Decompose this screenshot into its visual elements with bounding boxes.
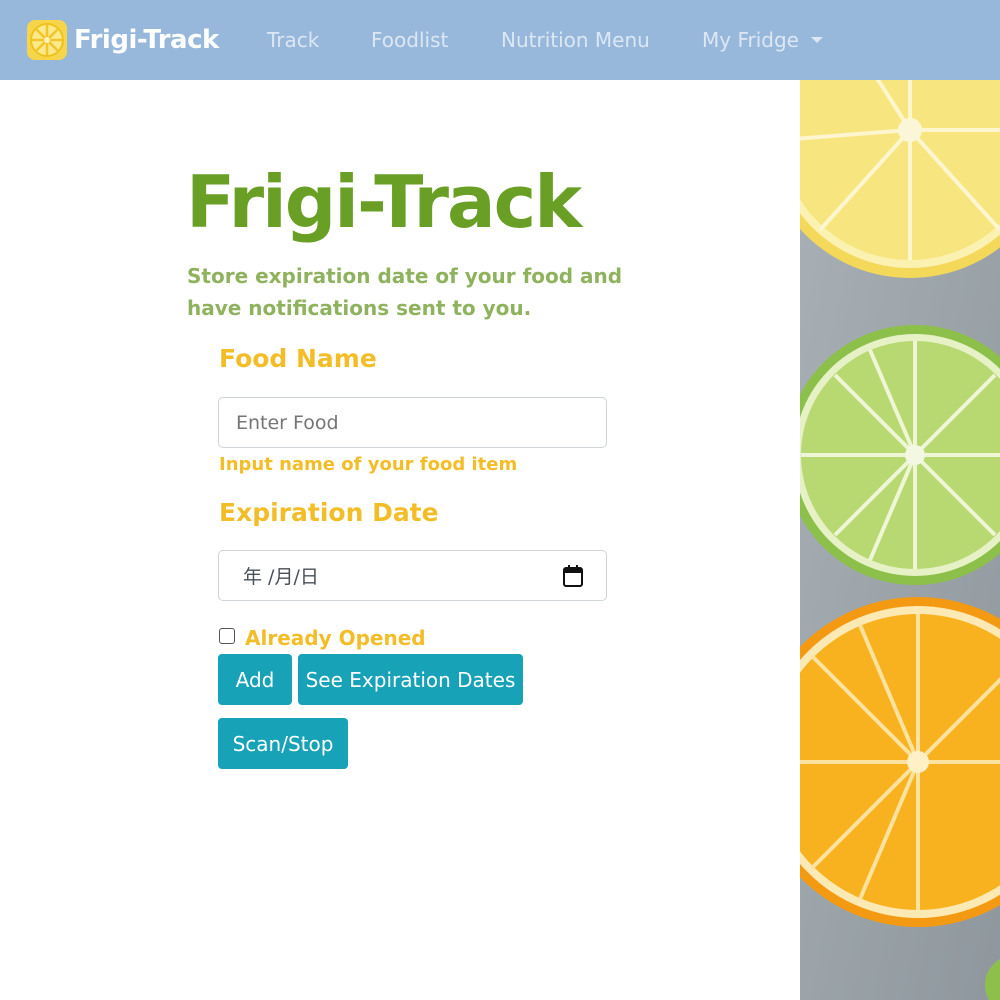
page-title: Frigi-Track — [186, 160, 582, 244]
lime-slice — [800, 325, 1000, 585]
already-opened-label[interactable]: Already Opened — [245, 626, 426, 650]
expiration-date-label: Expiration Date — [219, 498, 439, 527]
food-name-input[interactable] — [218, 397, 607, 448]
caret-down-icon — [810, 37, 823, 43]
nav-my-fridge-label: My Fridge — [702, 28, 799, 52]
nav-foodlist[interactable]: Foodlist — [371, 28, 448, 52]
nav-my-fridge-dropdown[interactable]: My Fridge — [702, 28, 823, 52]
brand-name: Frigi-Track — [74, 25, 219, 55]
citrus-slices-illustration — [800, 80, 1000, 1000]
orange-slice — [800, 597, 1000, 927]
lemon-slice — [800, 80, 1000, 278]
food-name-label: Food Name — [219, 344, 377, 373]
add-button[interactable]: Add — [218, 654, 292, 705]
nav-track[interactable]: Track — [267, 28, 319, 52]
date-input-value: 年 /月/日 — [243, 566, 319, 588]
navbar: Frigi-Track Track Foodlist Nutrition Men… — [0, 0, 1000, 80]
citrus-background-image — [800, 80, 1000, 1000]
see-expiration-dates-button[interactable]: See Expiration Dates — [298, 654, 523, 705]
food-name-help: Input name of your food item — [219, 454, 518, 475]
calendar-icon[interactable] — [562, 564, 584, 588]
lemon-logo-icon — [27, 20, 67, 60]
page-subtitle: Store expiration date of your food and h… — [187, 264, 623, 320]
already-opened-checkbox[interactable] — [219, 628, 235, 644]
brand[interactable]: Frigi-Track — [26, 18, 219, 62]
scan-stop-button[interactable]: Scan/Stop — [218, 718, 348, 769]
nav-nutrition-menu[interactable]: Nutrition Menu — [501, 28, 650, 52]
expiration-date-input[interactable]: 年 /月/日 — [218, 550, 607, 601]
